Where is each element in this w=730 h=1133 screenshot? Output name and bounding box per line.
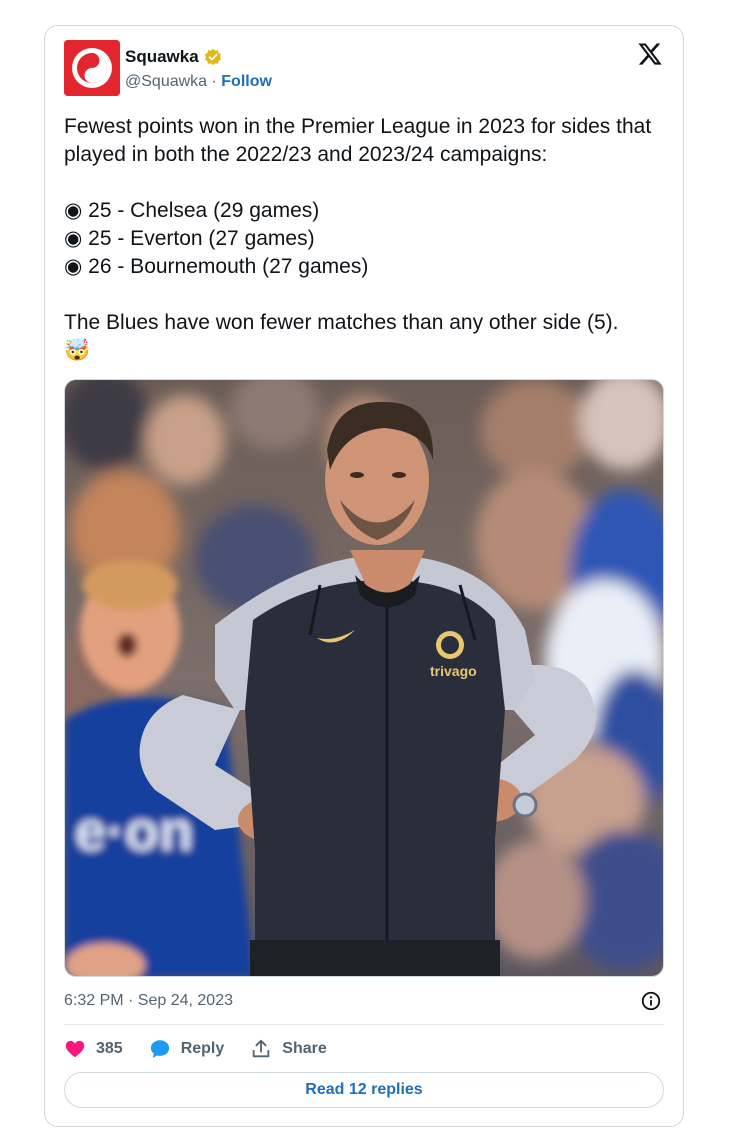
radio-bullet-icon: ◉	[64, 227, 83, 250]
x-logo-icon[interactable]	[637, 41, 663, 67]
reply-label: Reply	[180, 1040, 225, 1057]
action-bar: 385 Reply Share	[64, 1034, 353, 1064]
tweet-card: Squawka @Squawka · Follow Fewest points …	[44, 25, 684, 1127]
like-count: 385	[96, 1040, 123, 1057]
reply-button[interactable]: Reply	[149, 1038, 225, 1060]
verified-badge-icon	[204, 48, 221, 66]
avatar[interactable]	[64, 40, 120, 96]
handle-separator: ·	[207, 73, 222, 90]
tweet-paragraph-outro: The Blues have won fewer matches than an…	[64, 311, 619, 334]
author-name-row[interactable]: Squawka	[125, 46, 222, 68]
tweet-list-item: ◉ 25 - Everton (27 games)	[64, 227, 315, 250]
manager-photo: e·on trivago	[65, 380, 663, 976]
jacket-sponsor-text: trivago	[430, 663, 477, 679]
tweet-text: Fewest points won in the Premier League …	[64, 113, 674, 365]
read-replies-label: Read 12 replies	[305, 1081, 423, 1098]
share-label: Share	[282, 1040, 327, 1057]
share-button[interactable]: Share	[250, 1038, 327, 1060]
divider	[64, 1024, 664, 1025]
read-replies-button[interactable]: Read 12 replies	[64, 1072, 664, 1108]
heart-icon	[65, 1040, 85, 1058]
follow-button[interactable]: Follow	[221, 73, 272, 90]
share-icon	[253, 1039, 270, 1058]
handle-row: @Squawka · Follow	[125, 72, 272, 92]
sponsor-text: e·on	[75, 799, 193, 862]
tweet-timestamp[interactable]: 6:32 PM · Sep 24, 2023	[64, 992, 233, 1009]
speech-bubble-icon	[150, 1040, 169, 1058]
timestamp-row: 6:32 PM · Sep 24, 2023	[64, 988, 664, 1014]
author-name[interactable]: Squawka	[125, 46, 199, 68]
like-button[interactable]: 385	[64, 1038, 123, 1060]
tweet-list-item: ◉ 25 - Chelsea (29 games)	[64, 199, 320, 222]
squawka-logo-icon	[64, 40, 120, 96]
info-icon[interactable]	[640, 990, 662, 1012]
tweet-list-item: ◉ 26 - Bournemouth (27 games)	[64, 255, 369, 278]
tweet-paragraph-intro: Fewest points won in the Premier League …	[64, 115, 652, 166]
radio-bullet-icon: ◉	[64, 255, 83, 278]
radio-bullet-icon: ◉	[64, 199, 83, 222]
exploding-head-emoji-icon: 🤯	[64, 339, 91, 362]
tweet-photo[interactable]: e·on trivago	[64, 379, 664, 977]
author-handle[interactable]: @Squawka	[125, 73, 207, 90]
